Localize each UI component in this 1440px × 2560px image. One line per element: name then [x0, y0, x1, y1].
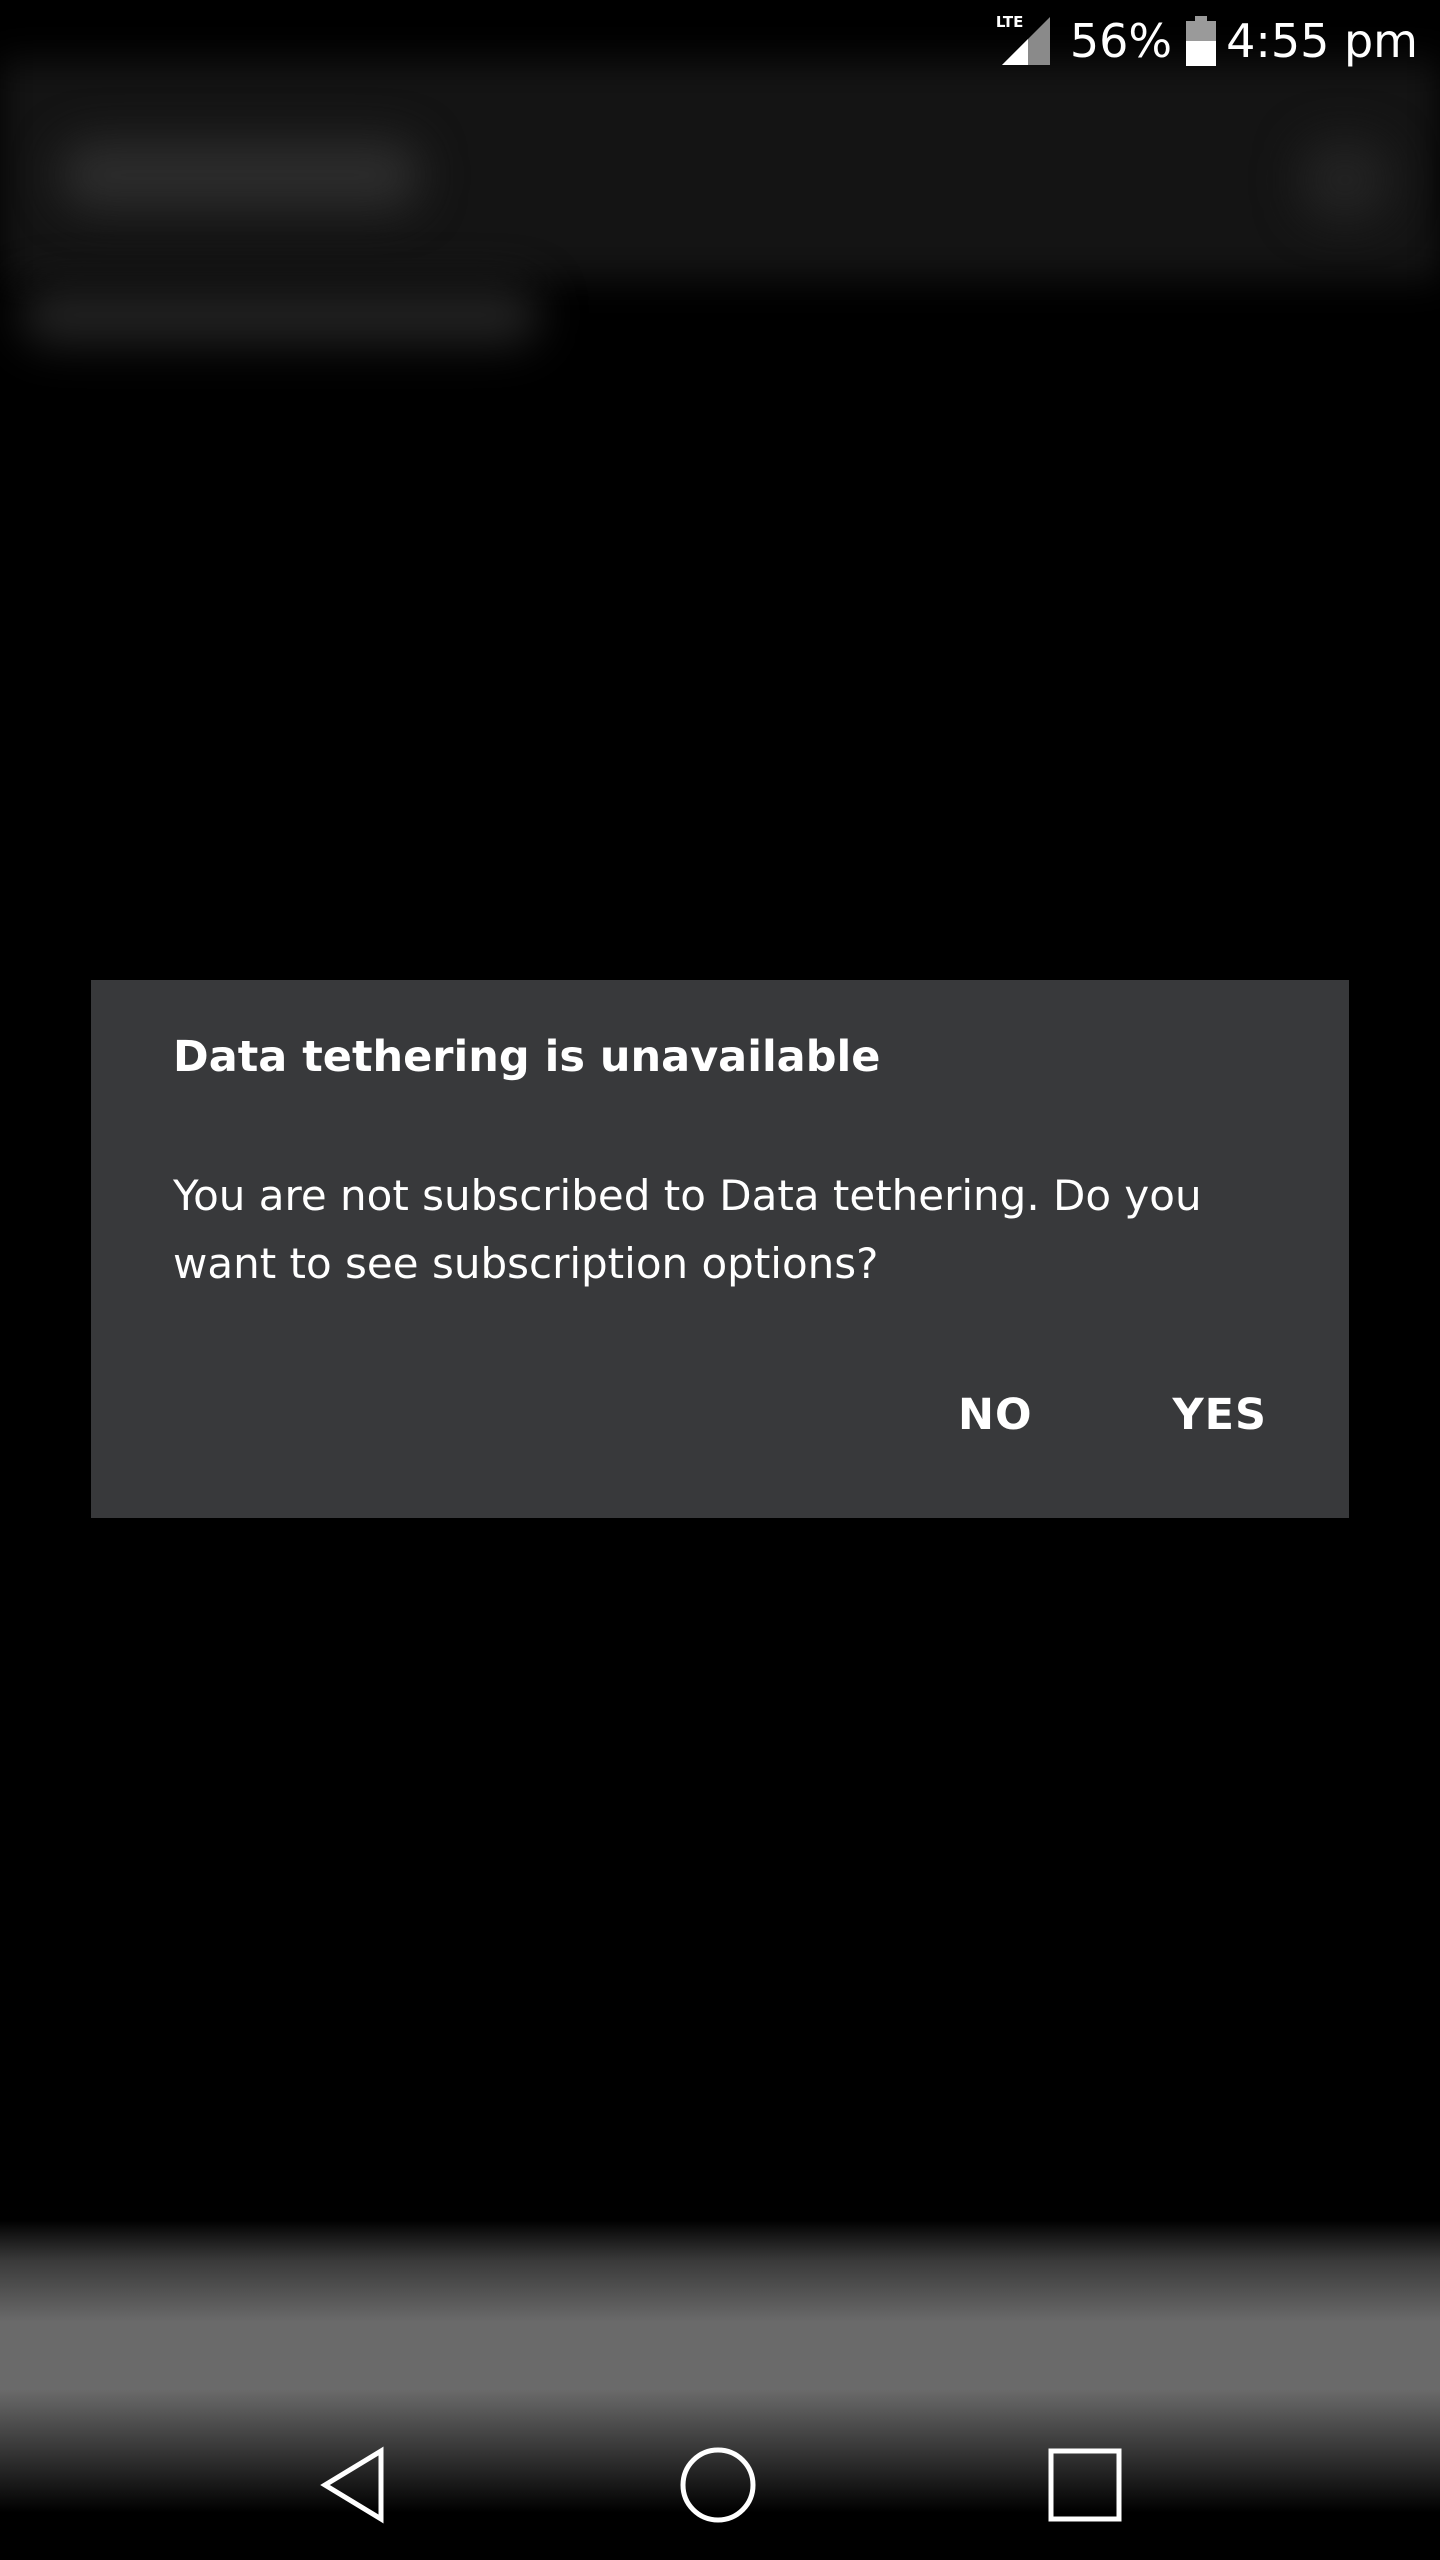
home-button[interactable]	[673, 2440, 763, 2530]
dialog-button-row: NO YES	[958, 1380, 1267, 1450]
background-icon-blur	[1300, 140, 1390, 220]
tethering-dialog: Data tethering is unavailable You are no…	[91, 980, 1349, 1518]
clock: 4:55 pm	[1226, 14, 1418, 68]
recents-square-icon	[1048, 2448, 1122, 2522]
battery-icon	[1186, 16, 1217, 66]
back-triangle-icon	[320, 2446, 384, 2524]
signal-icon: LTE	[994, 13, 1050, 67]
back-button[interactable]	[310, 2440, 400, 2530]
status-bar: LTE 56% 4:55 pm	[0, 0, 1440, 82]
no-button[interactable]: NO	[958, 1380, 1033, 1450]
background-subtitle-blur	[20, 285, 540, 345]
background-title-blur	[60, 140, 420, 210]
dialog-message: You are not subscribed to Data tethering…	[173, 1170, 1202, 1288]
battery-percentage: 56%	[1069, 14, 1173, 68]
yes-button[interactable]: YES	[1173, 1380, 1267, 1450]
home-circle-icon	[680, 2447, 756, 2523]
dialog-title: Data tethering is unavailable	[173, 1032, 881, 1082]
recents-button[interactable]	[1040, 2440, 1130, 2530]
